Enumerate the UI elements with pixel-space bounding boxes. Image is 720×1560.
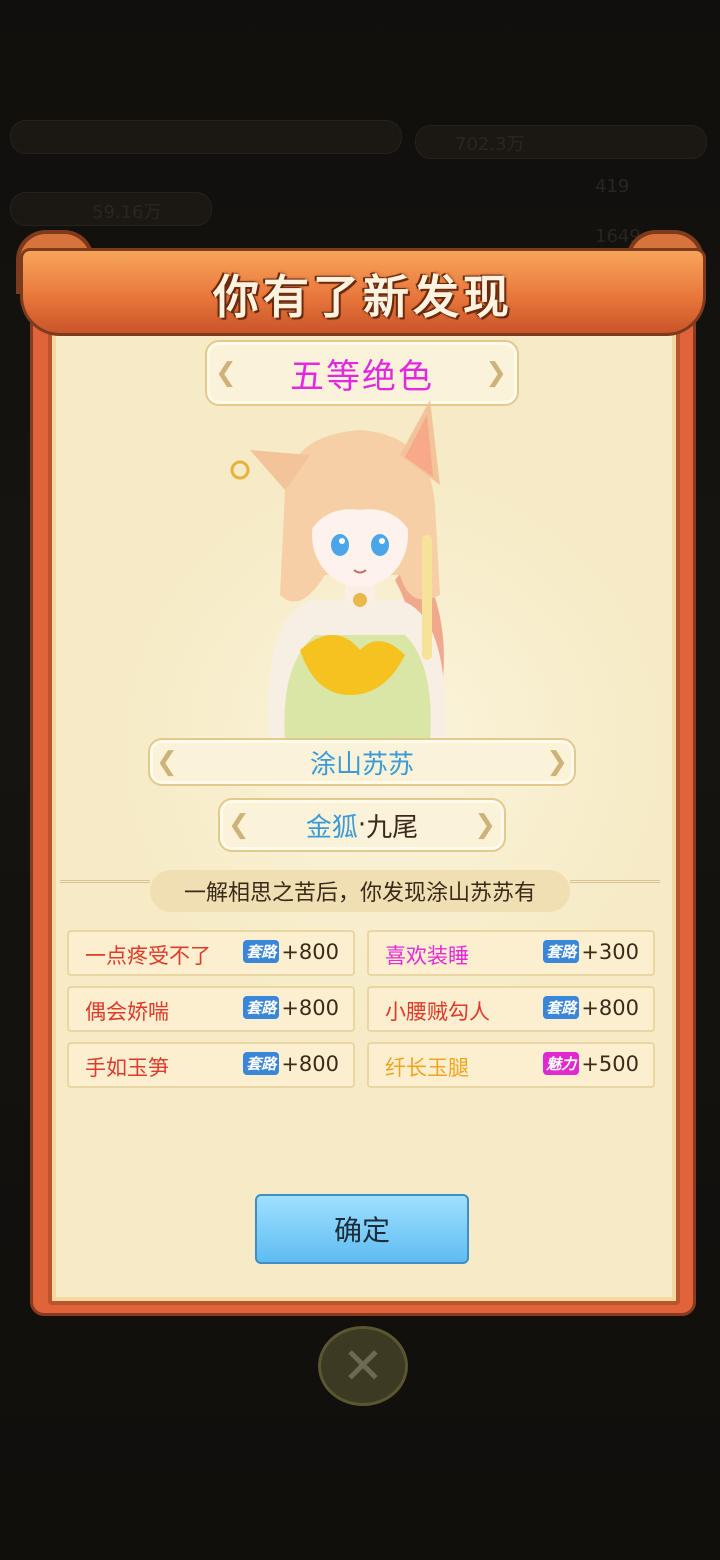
sect-plaque: ❮ 金狐 · 九尾 ❯ [218,798,506,852]
trait-tag-badge: 套路 [243,996,280,1019]
trait-card: 手如玉笋 套路 +800 [67,1042,355,1088]
trait-stat: 套路 +800 [243,996,339,1020]
trait-label: 喜欢装睡 [385,944,469,968]
plaque-left-ornament: ❮ [228,810,250,840]
character-name: 涂山苏苏 [309,749,414,780]
confirm-button[interactable]: 确定 [255,1194,469,1264]
trait-value: +800 [281,940,339,964]
trait-card: 纤长玉腿 魅力 +500 [367,1042,655,1088]
trait-stat: 魅力 +500 [543,1052,639,1076]
plaque-right-ornament: ❯ [546,747,568,777]
trait-label: 小腰贼勾人 [385,1000,490,1024]
sect-sub: 九尾 [366,812,419,843]
plaque-right-ornament: ❯ [474,810,496,840]
trait-stat: 套路 +300 [543,940,639,964]
trait-tag-badge: 套路 [243,940,280,963]
grade-label: 五等绝色 [290,356,434,397]
title-banner: 你有了新发现 [20,248,706,336]
trait-value: +800 [281,996,339,1020]
hair-ornament [230,460,250,480]
trait-tag-badge: 套路 [243,1052,280,1075]
trait-card: 偶会娇喘 套路 +800 [67,986,355,1032]
plaque-right-ornament: ❯ [485,358,509,388]
character-portrait [230,400,446,740]
trait-stat: 套路 +800 [243,940,339,964]
trait-tag-badge: 套路 [543,940,580,963]
trait-card: 小腰贼勾人 套路 +800 [367,986,655,1032]
close-icon[interactable]: ✕ [318,1326,408,1406]
trait-label: 一点疼受不了 [85,944,211,968]
dialog-title: 你有了新发现 [213,270,513,324]
right-eye [371,534,389,556]
character-name-plaque: ❮ 涂山苏苏 ❯ [148,738,576,786]
trait-label: 偶会娇喘 [85,1000,169,1024]
plaque-left-ornament: ❮ [156,747,178,777]
discovery-subtitle: 一解相思之苦后，你发现涂山苏苏有 [150,870,570,912]
trait-tag-badge: 魅力 [543,1052,580,1075]
right-swirl-ornament [570,880,660,893]
trait-value: +300 [581,940,639,964]
trait-tag-badge: 套路 [543,996,580,1019]
trait-value: +800 [281,1052,339,1076]
left-eye [331,534,349,556]
trait-value: +800 [581,996,639,1020]
trait-card: 一点疼受不了 套路 +800 [67,930,355,976]
trait-card: 喜欢装睡 套路 +300 [367,930,655,976]
trait-label: 手如玉笋 [85,1056,169,1080]
trait-value: +500 [581,1052,639,1076]
left-swirl-ornament [60,880,150,893]
sect-dot: · [357,810,367,840]
sect-main: 金狐 [305,812,358,843]
trait-stat: 套路 +800 [543,996,639,1020]
trait-label: 纤长玉腿 [385,1056,469,1080]
trait-stat: 套路 +800 [243,1052,339,1076]
plaque-left-ornament: ❮ [215,358,239,388]
